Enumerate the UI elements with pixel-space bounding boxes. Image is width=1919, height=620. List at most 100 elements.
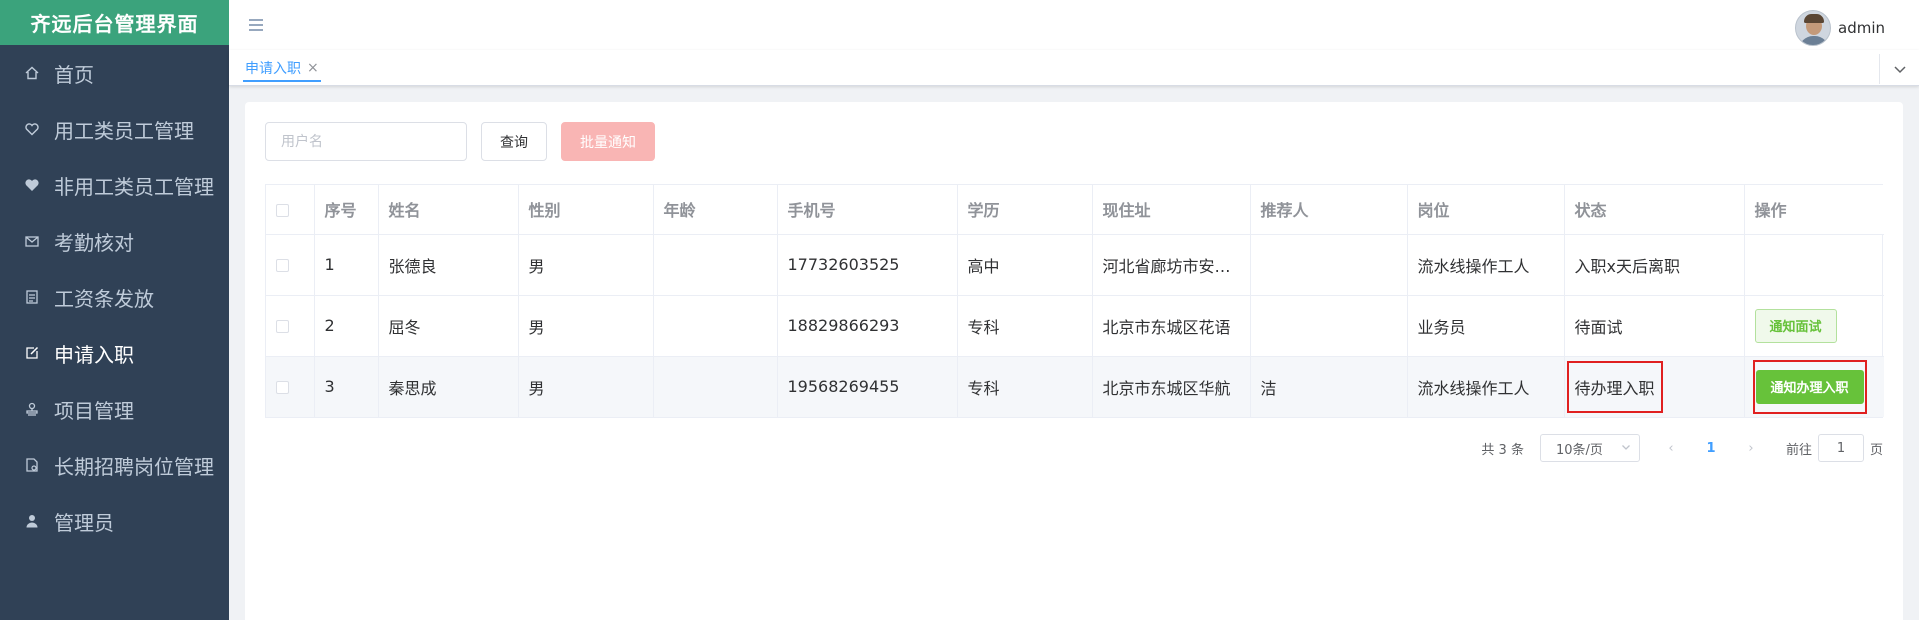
cell-index: 2: [314, 295, 379, 357]
select-all-checkbox[interactable]: [276, 203, 289, 217]
next-page-icon[interactable]: ›: [1736, 441, 1766, 456]
column-header: 姓名: [378, 185, 519, 235]
row-select-cell: [266, 234, 315, 296]
applicants-table: 序号 姓名 性别 年龄 手机号 学历 现住址 推荐人 岗位 状态 操作 1 张德…: [265, 184, 1884, 418]
user-icon: [24, 513, 40, 529]
heart-outline-icon: [24, 121, 40, 137]
cell-age: [653, 234, 778, 296]
cell-age: [653, 356, 778, 417]
sidebar-item-label: 长期招聘岗位管理: [54, 454, 214, 479]
cell-status: 待办理入职: [1564, 356, 1745, 417]
cell-phone: 18829866293: [777, 295, 958, 357]
sidebar-item-employee-mgmt[interactable]: 用工类员工管理: [0, 101, 229, 157]
cell-address: 河北省廊坊市安…: [1092, 234, 1251, 296]
avatar[interactable]: [1795, 10, 1831, 46]
chevron-down-icon[interactable]: [1879, 54, 1919, 84]
cell-index: 1: [314, 234, 379, 296]
column-header: 操作: [1744, 185, 1884, 235]
cell-education: 专科: [957, 356, 1093, 417]
prev-page-icon[interactable]: ‹: [1656, 441, 1686, 456]
column-header: 学历: [957, 185, 1093, 235]
table-row: 1 张德良 男 17732603525 高中 河北省廊坊市安… 流水线操作工人 …: [266, 234, 1884, 296]
sidebar-item-label: 非用工类员工管理: [54, 174, 214, 199]
cell-referrer: 洁: [1250, 356, 1408, 417]
cell-action: 通知办理入职: [1744, 356, 1884, 417]
close-icon[interactable]: ×: [307, 60, 319, 76]
page-size-value: 10条/页: [1555, 442, 1603, 458]
heart-filled-icon: [24, 177, 40, 193]
tag-apply-onboarding[interactable]: 申请入职 ×: [243, 56, 321, 82]
edit-icon: [24, 345, 40, 361]
cell-action: [1744, 234, 1884, 296]
row-checkbox[interactable]: [276, 381, 289, 395]
column-header: 岗位: [1407, 185, 1565, 235]
page-number[interactable]: 1: [1696, 441, 1726, 456]
cell-phone: 19568269455: [777, 356, 958, 417]
cell-referrer: [1250, 234, 1408, 296]
cell-name: 张德良: [378, 234, 519, 296]
sidebar-item-attendance[interactable]: 考勤核对: [0, 213, 229, 269]
cell-education: 高中: [957, 234, 1093, 296]
row-checkbox[interactable]: [276, 259, 289, 272]
column-header: 序号: [314, 185, 379, 235]
cell-index: 3: [314, 356, 379, 417]
message-icon: [24, 233, 40, 249]
tags-view: 申请入职 ×: [229, 50, 1919, 86]
table-header-row: 序号 姓名 性别 年龄 手机号 学历 现住址 推荐人 岗位 状态 操作: [266, 185, 1884, 235]
username-search-input[interactable]: [265, 122, 467, 161]
query-button[interactable]: 查询: [481, 122, 547, 161]
cell-position: 流水线操作工人: [1407, 234, 1565, 296]
sidebar-item-long-term-recruit[interactable]: 长期招聘岗位管理: [0, 437, 229, 493]
document-icon: [24, 457, 40, 473]
notify-onboarding-button[interactable]: 通知办理入职: [1755, 369, 1864, 404]
cell-gender: 男: [518, 356, 654, 417]
cell-status: 入职x天后离职: [1564, 234, 1745, 296]
batch-notice-button[interactable]: 批量通知: [561, 122, 655, 161]
top-navbar: admin: [229, 0, 1919, 50]
goto-page-input[interactable]: [1817, 434, 1864, 462]
cell-age: [653, 295, 778, 357]
tickets-icon: [24, 289, 40, 305]
home-icon: [24, 65, 40, 81]
cell-address: 北京市东城区花语: [1092, 295, 1251, 357]
row-select-cell: [266, 295, 315, 357]
cell-name: 秦思成: [378, 356, 519, 417]
cell-position: 业务员: [1407, 295, 1565, 357]
sidebar-item-home[interactable]: 首页: [0, 45, 229, 101]
app-title: 齐远后台管理界面: [0, 0, 229, 45]
sidebar-item-label: 工资条发放: [54, 286, 154, 311]
notify-interview-button[interactable]: 通知面试: [1754, 308, 1837, 343]
table-row: 2 屈冬 男 18829866293 专科 北京市东城区花语 业务员 待面试 通…: [266, 295, 1884, 357]
goto-prefix: 前往: [1785, 442, 1812, 458]
page-size-select[interactable]: 10条/页: [1539, 434, 1640, 462]
sidebar-item-payslip[interactable]: 工资条发放: [0, 269, 229, 325]
sidebar-item-label: 首页: [54, 62, 94, 87]
row-checkbox[interactable]: [276, 320, 289, 333]
column-header: 现住址: [1092, 185, 1251, 235]
row-select-cell: [266, 356, 315, 417]
sidebar-item-non-employee-mgmt[interactable]: 非用工类员工管理: [0, 157, 229, 213]
hamburger-icon[interactable]: [249, 16, 267, 34]
cell-gender: 男: [518, 295, 654, 357]
goto-page: 前往 页: [1786, 434, 1883, 462]
column-header: 推荐人: [1250, 185, 1408, 235]
column-header: 性别: [518, 185, 654, 235]
sidebar-item-apply-onboarding[interactable]: 申请入职: [0, 325, 229, 381]
column-header: 状态: [1564, 185, 1745, 235]
filter-bar: 查询 批量通知: [265, 122, 655, 161]
stamp-icon: [24, 401, 40, 417]
cell-status: 待面试: [1564, 295, 1745, 357]
tag-label: 申请入职: [245, 61, 301, 77]
sidebar-item-project-mgmt[interactable]: 项目管理: [0, 381, 229, 437]
chevron-down-icon: [1621, 441, 1631, 456]
total-count: 共 3 条: [1481, 442, 1524, 458]
sidebar-item-admin[interactable]: 管理员: [0, 493, 229, 549]
sidebar-item-label: 考勤核对: [54, 230, 134, 255]
sidebar: 齐远后台管理界面 首页 用工类员工管理 非用工类员工管理 考勤核对 工资条发放: [0, 0, 229, 620]
cell-gender: 男: [518, 234, 654, 296]
user-menu[interactable]: admin: [1795, 10, 1885, 46]
column-header: 手机号: [777, 185, 958, 235]
cell-referrer: [1250, 295, 1408, 357]
sidebar-item-label: 申请入职: [54, 342, 134, 367]
select-all-cell: [266, 185, 315, 235]
